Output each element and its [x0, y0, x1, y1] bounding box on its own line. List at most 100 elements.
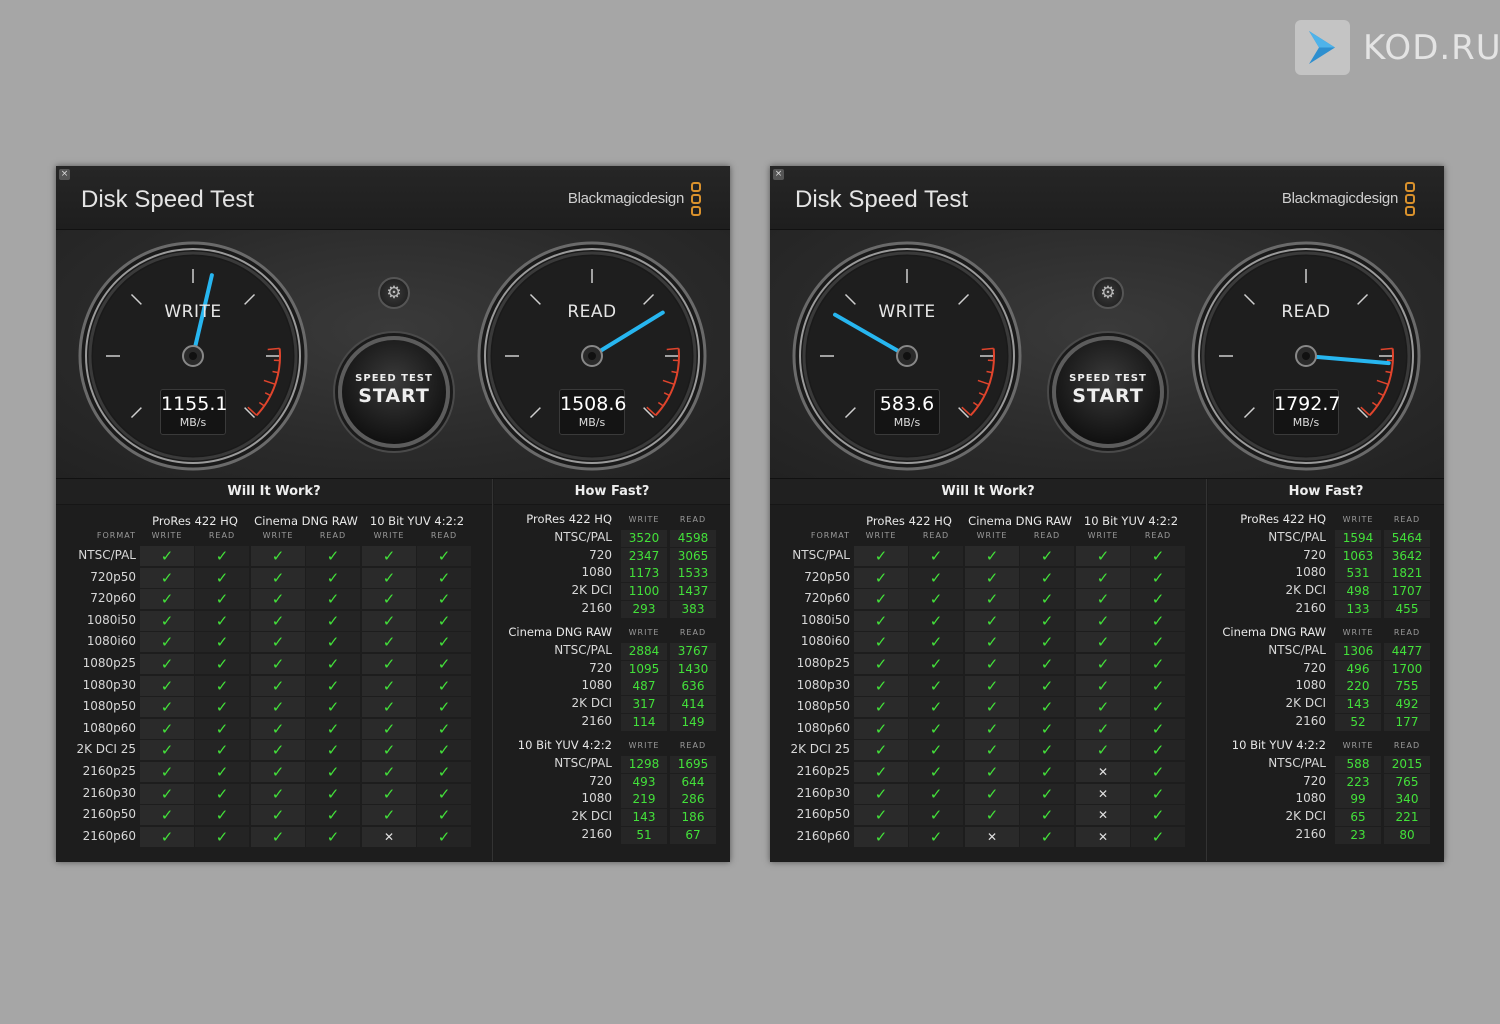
check-icon: ✓	[1131, 718, 1185, 739]
check-icon: ✓	[362, 567, 416, 588]
check-icon: ✓	[362, 546, 416, 566]
check-icon: ✓	[140, 762, 194, 782]
check-icon: ✓	[1131, 546, 1185, 566]
results-panel: Will It Work? ProRes 422 HQ WRITE READ Cine…	[56, 479, 730, 861]
format-row-label: 2160p60	[796, 828, 850, 843]
check-icon: ✓	[1020, 805, 1074, 826]
resolution-label: 2160	[581, 713, 612, 728]
check-icon: ✓	[909, 697, 963, 718]
check-icon: ✓	[1020, 546, 1074, 566]
speed-test-start-button[interactable]: SPEED TEST START	[1052, 336, 1164, 448]
how-fast-panel: How Fast? ProRes 422 HQ WRITE READ NTSC/P…	[1208, 479, 1444, 861]
check-icon: ✓	[362, 783, 416, 804]
resolution-label: NTSC/PAL	[1268, 756, 1326, 770]
resolution-label: NTSC/PAL	[554, 530, 612, 544]
format-row-label: 1080i60	[86, 634, 136, 649]
check-icon: ✓	[251, 783, 305, 804]
check-icon: ✓	[1131, 589, 1185, 610]
write-speed-value: 583.6	[879, 393, 935, 415]
cross-icon: ✕	[1076, 826, 1130, 847]
speed-test-start-button[interactable]: SPEED TEST START	[338, 336, 450, 448]
write-subheader: WRITE	[1342, 741, 1374, 750]
check-icon: ✓	[306, 697, 360, 718]
write-gauge	[78, 241, 308, 471]
check-icon: ✓	[1131, 632, 1185, 653]
check-icon: ✓	[854, 783, 908, 804]
format-row-label: 720p60	[90, 591, 136, 606]
close-icon[interactable]: ×	[773, 169, 784, 180]
check-icon: ✓	[362, 805, 416, 826]
check-icon: ✓	[195, 805, 249, 826]
format-row-label: NTSC/PAL	[792, 548, 850, 562]
check-icon: ✓	[1131, 654, 1185, 674]
write-fps-value: 220	[1335, 678, 1381, 696]
resolution-label: 2K DCI	[1285, 696, 1326, 711]
check-icon: ✓	[417, 567, 471, 588]
format-row-label: 2160p30	[82, 785, 136, 800]
check-icon: ✓	[251, 740, 305, 761]
write-fps-value: 1100	[621, 583, 667, 601]
format-row-label: 2160p25	[82, 764, 136, 778]
read-subheader: READ	[1393, 741, 1421, 750]
read-subheader: READ	[922, 531, 950, 540]
write-fps-value: 223	[1335, 773, 1381, 791]
check-icon: ✓	[195, 762, 249, 782]
write-speed-value: 1155.1	[161, 393, 228, 415]
read-fps-value: 340	[1384, 791, 1430, 809]
title-bar: × Disk Speed Test Blackmagicdesign	[770, 166, 1444, 230]
read-fps-value: 4477	[1384, 643, 1430, 660]
disk-speed-test-window: × Disk Speed Test Blackmagicdesign WRITE…	[770, 166, 1444, 862]
check-icon: ✓	[1131, 783, 1185, 804]
check-icon: ✓	[417, 718, 471, 739]
check-icon: ✓	[362, 762, 416, 782]
write-fps-value: 143	[1335, 696, 1381, 714]
check-icon: ✓	[1020, 610, 1074, 631]
write-subheader: WRITE	[373, 531, 405, 540]
format-row-label: 2160p30	[796, 785, 850, 800]
format-row-label: 1080p25	[796, 656, 850, 670]
check-icon: ✓	[417, 546, 471, 566]
format-row-label: 2160p50	[796, 807, 850, 822]
format-row-label: 720p50	[90, 569, 136, 584]
check-icon: ✓	[251, 654, 305, 674]
settings-gear-icon[interactable]: ⚙	[1092, 277, 1124, 309]
check-icon: ✓	[306, 783, 360, 804]
check-icon: ✓	[965, 805, 1019, 826]
check-icon: ✓	[854, 805, 908, 826]
check-icon: ✓	[1131, 610, 1185, 631]
brand-name: Blackmagicdesign	[1281, 190, 1398, 207]
how-fast-group-name: Cinema DNG RAW	[508, 625, 612, 639]
will-it-work-panel: Will It Work? ProRes 422 HQ WRITE READ Cine…	[770, 479, 1207, 861]
resolution-label: 2K DCI	[1285, 809, 1326, 824]
check-icon: ✓	[140, 805, 194, 826]
read-subheader: READ	[679, 515, 707, 524]
resolution-label: 720	[589, 547, 612, 562]
write-fps-value: 487	[621, 678, 667, 696]
check-icon: ✓	[909, 805, 963, 826]
check-icon: ✓	[251, 675, 305, 696]
check-icon: ✓	[306, 718, 360, 739]
write-fps-value: 65	[1335, 809, 1381, 827]
format-group-header: 10 Bit YUV 4:2:2	[369, 514, 465, 528]
check-icon: ✓	[195, 654, 249, 674]
format-column-header: FORMAT	[96, 531, 136, 540]
check-icon: ✓	[1020, 783, 1074, 804]
check-icon: ✓	[854, 546, 908, 566]
check-icon: ✓	[417, 805, 471, 826]
close-icon[interactable]: ×	[59, 169, 70, 180]
check-icon: ✓	[854, 697, 908, 718]
check-icon: ✓	[909, 632, 963, 653]
write-fps-value: 114	[621, 713, 667, 731]
check-icon: ✓	[195, 567, 249, 588]
check-icon: ✓	[1076, 718, 1130, 739]
check-icon: ✓	[909, 567, 963, 588]
check-icon: ✓	[1076, 654, 1130, 674]
check-icon: ✓	[965, 610, 1019, 631]
check-icon: ✓	[362, 654, 416, 674]
resolution-label: 720	[1303, 660, 1326, 675]
read-subheader: READ	[208, 531, 236, 540]
resolution-label: 1080	[581, 678, 612, 693]
write-gauge-label: WRITE	[878, 302, 936, 322]
check-icon: ✓	[306, 589, 360, 610]
settings-gear-icon[interactable]: ⚙	[378, 277, 410, 309]
